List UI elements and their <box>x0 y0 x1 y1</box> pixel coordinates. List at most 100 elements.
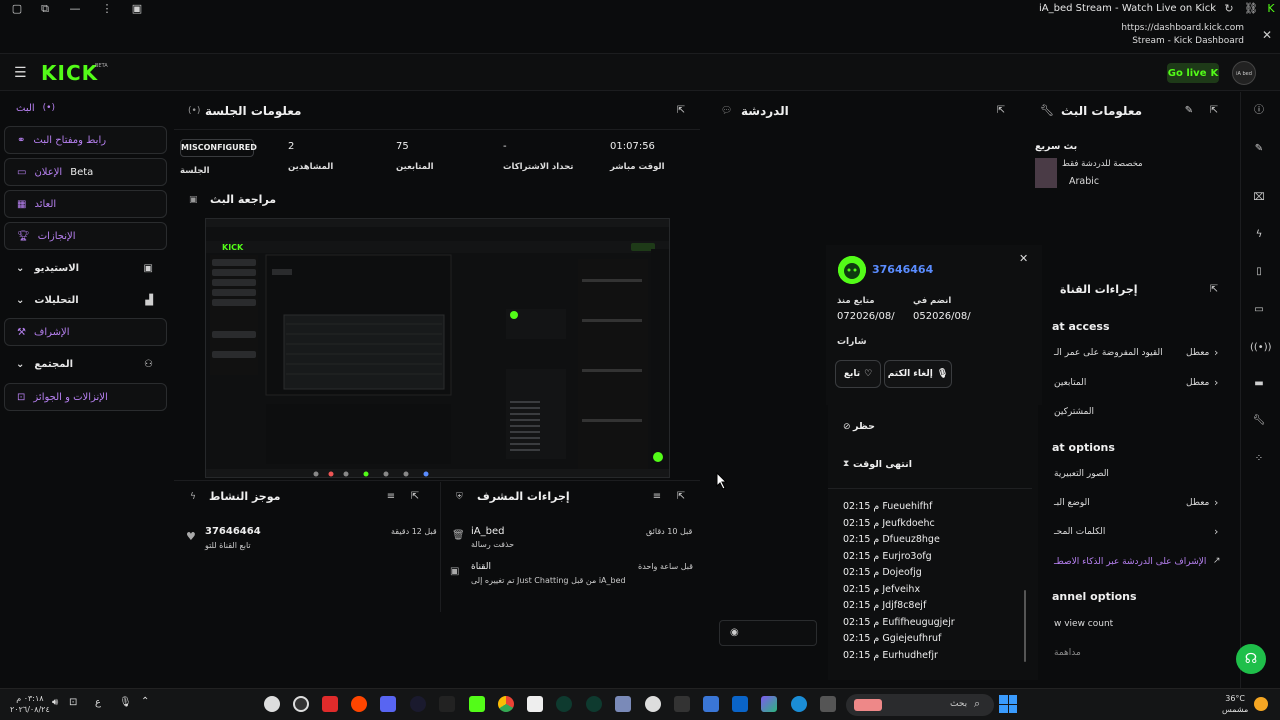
windows-start-icon[interactable] <box>999 695 1017 713</box>
app-icon[interactable] <box>586 696 602 712</box>
outlook-icon[interactable] <box>732 696 748 712</box>
kick-tab-icon[interactable]: K <box>1264 2 1278 16</box>
follow-button[interactable]: تابع ♡ <box>835 360 881 388</box>
slow-mode-value[interactable]: معطل <box>1186 498 1209 508</box>
channel-actions-popout-icon[interactable]: ⇱ <box>1205 281 1223 299</box>
stream-preview[interactable]: KICK <box>205 218 670 478</box>
list-item[interactable]: 02:15 م Eufifheugugjejr <box>843 617 955 628</box>
nav-item-drops[interactable]: ⊡ الإنزالات و الجوائز <box>4 383 167 411</box>
weather-widget[interactable]: 36°C مشمس <box>1222 693 1248 715</box>
task-view-icon[interactable] <box>820 696 836 712</box>
close-popup-icon[interactable]: ✕ <box>1262 28 1272 42</box>
edit-icon[interactable]: ✎ <box>1180 102 1198 120</box>
network-icon[interactable]: ⊡ <box>69 697 77 708</box>
scrollbar[interactable] <box>1024 590 1026 662</box>
clock[interactable]: ٠٣:١٨ م ٢٠٢٦/٠٨/٢٤ <box>10 693 50 715</box>
app-icon[interactable] <box>410 696 426 712</box>
list-item[interactable]: 02:15 م Ggiejeufhruf <box>843 633 941 644</box>
app-icon[interactable] <box>645 696 661 712</box>
app-icon[interactable] <box>556 696 572 712</box>
activity-user[interactable]: 37646464 <box>205 526 261 537</box>
chevron-right-icon[interactable]: › <box>1214 376 1218 389</box>
list-item[interactable]: 02:15 م Dojeofjg <box>843 567 922 578</box>
terminal-icon[interactable] <box>674 696 690 712</box>
list-item[interactable]: 02:15 م Fueuehifhf <box>843 501 932 512</box>
lightning-icon[interactable]: ϟ <box>1250 226 1268 244</box>
wps-icon[interactable] <box>322 696 338 712</box>
extensions-icon[interactable]: ▣ <box>130 2 144 16</box>
followers-only-value[interactable]: معطل <box>1186 378 1209 388</box>
reload-icon[interactable]: ↻ <box>1222 2 1236 16</box>
list-item[interactable]: 02:15 م Eurhudhefjr <box>843 650 938 661</box>
filter-icon[interactable]: ≡ <box>382 488 400 506</box>
tab-actions-icon[interactable]: ⧉ <box>38 2 52 16</box>
external-link-icon[interactable]: ↗ <box>1213 556 1221 566</box>
chrome-icon[interactable] <box>498 696 514 712</box>
kick-app-icon[interactable] <box>469 696 485 712</box>
language-indicator[interactable]: ع <box>95 697 101 708</box>
url-text[interactable]: https://dashboard.kick.com <box>1121 22 1244 35</box>
overlay-icon[interactable]: ⌧ <box>1250 189 1268 207</box>
mod-actions-popout-icon[interactable]: ⇱ <box>672 488 690 506</box>
chevron-right-icon[interactable]: › <box>1214 496 1218 509</box>
ban-button[interactable]: حظر <box>853 421 875 432</box>
emote-icon[interactable]: ◉ <box>730 627 739 638</box>
nav-item-stream-key[interactable]: ⚭ رابط ومفتاح البث <box>4 126 167 154</box>
timeout-button[interactable]: انتهى الوقت <box>853 459 912 470</box>
go-live-button[interactable]: Go live K <box>1167 63 1219 83</box>
nav-section-community[interactable]: ⌄ المجتمع ⚇ <box>4 351 167 377</box>
app-icon[interactable] <box>527 696 543 712</box>
app-icon[interactable] <box>615 696 631 712</box>
list-item[interactable]: 02:15 م Eurjro3ofg <box>843 551 932 562</box>
age-restriction-value[interactable]: معطل <box>1186 348 1209 358</box>
obs-icon[interactable] <box>264 696 280 712</box>
mod-action-user[interactable]: القناة <box>471 562 491 572</box>
unmute-button[interactable]: إلغاء الكتم 🎙︎ <box>884 360 952 388</box>
list-item[interactable]: 02:15 م Jdjf8c8ejf <box>843 600 926 611</box>
app-icon[interactable] <box>293 696 309 712</box>
nav-section-analytics[interactable]: ⌄ التحليلات ▟ <box>4 287 167 313</box>
activity-popout-icon[interactable]: ⇱ <box>406 488 424 506</box>
chevron-right-icon[interactable]: › <box>1214 346 1218 359</box>
popout-icon[interactable]: ⇱ <box>672 102 690 120</box>
nav-item-stream[interactable]: البث (•) <box>4 94 167 122</box>
nav-item-revenue[interactable]: ▦ العائد <box>4 190 167 218</box>
apps-icon[interactable]: ⁘ <box>1250 450 1268 468</box>
chevron-right-icon[interactable]: › <box>1214 525 1218 538</box>
more-menu-icon[interactable]: ⋮ <box>100 2 114 16</box>
speaker-icon[interactable]: 🔊︎ <box>52 697 58 708</box>
broadcast-icon[interactable]: ((•)) <box>1250 339 1272 357</box>
nav-item-achievements[interactable]: 🏆︎ الإنجازات <box>4 222 167 250</box>
microphone-icon[interactable]: 🎙︎ <box>119 697 132 708</box>
taskbar-search[interactable]: بحث ⌕ <box>846 694 994 716</box>
message-icon[interactable]: ▭ <box>1250 301 1268 319</box>
copilot-icon[interactable] <box>761 696 777 712</box>
filter-icon[interactable]: ≡ <box>648 488 666 506</box>
discord-icon[interactable] <box>380 696 396 712</box>
chat-popout-icon[interactable]: ⇱ <box>992 102 1010 120</box>
nav-item-moderation[interactable]: ⚒ الإشراف <box>4 318 167 346</box>
list-item[interactable]: 02:15 م Dfueuz8hge <box>843 534 940 545</box>
nav-section-studio[interactable]: ⌄ الاستيديو ▣ <box>4 255 167 281</box>
avatar[interactable]: iA bed <box>1232 61 1256 85</box>
close-icon[interactable]: ✕ <box>1019 252 1028 265</box>
app-icon[interactable] <box>439 696 455 712</box>
user-card-username[interactable]: 37646464 <box>872 263 933 276</box>
list-item[interactable]: 02:15 م Jefveihx <box>843 584 920 595</box>
support-chat-button[interactable]: ☊ <box>1236 644 1266 674</box>
reddit-icon[interactable] <box>351 696 367 712</box>
ai-moderation-label[interactable]: الإشراف على الدردشة عبر الذكاء الاصطـ <box>1054 557 1206 567</box>
chevron-up-icon[interactable]: ⌃ <box>141 696 149 707</box>
mod-action-user[interactable]: iA_bed <box>471 526 504 537</box>
monitor-icon[interactable]: ▬ <box>1250 375 1268 393</box>
list-item[interactable]: 02:15 م Jeufkdoehc <box>843 518 935 529</box>
pencil-icon[interactable]: ✎ <box>1250 140 1268 158</box>
stream-info-popout-icon[interactable]: ⇱ <box>1205 102 1223 120</box>
minimize-icon[interactable]: — <box>68 2 82 16</box>
nav-item-ads[interactable]: ▭ الإعلان Beta <box>4 158 167 186</box>
chat-input[interactable]: ◉ <box>719 620 817 646</box>
store-icon[interactable] <box>703 696 719 712</box>
document-icon[interactable]: ▯ <box>1250 263 1268 281</box>
info-icon[interactable]: ⓘ <box>1250 102 1268 120</box>
edge-icon[interactable] <box>791 696 807 712</box>
